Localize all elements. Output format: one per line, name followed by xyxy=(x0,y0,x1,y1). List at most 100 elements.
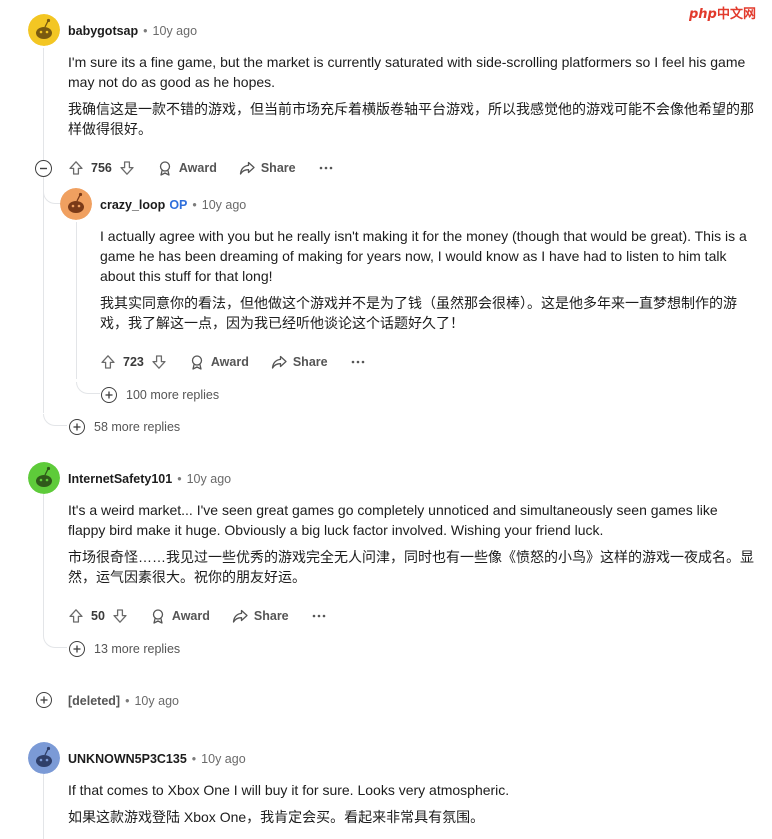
comment-actions: 723 Award Share xyxy=(100,351,366,373)
comment-meta: babygotsap • 10y ago xyxy=(68,20,197,42)
avatar-internetsafety101[interactable] xyxy=(28,462,60,494)
comment-text-zh: 市场很奇怪……我见过一些优秀的游戏完全无人问津，同时也有一些像《愤怒的小鸟》这样… xyxy=(68,549,754,585)
vote-count: 756 xyxy=(91,161,112,175)
upvote-arrow-icon xyxy=(69,161,83,175)
overflow-menu-button[interactable] xyxy=(318,160,334,176)
svg-text:php: php xyxy=(689,7,717,22)
thread-curve-more-100 xyxy=(76,382,100,394)
collapse-minus-icon xyxy=(40,167,47,170)
comment-text-zh: 我确信这是一款不错的游戏，但当前市场充斥着横版卷轴平台游戏，所以我感觉他的游戏可… xyxy=(68,101,754,137)
downvote-arrow-icon xyxy=(152,355,166,369)
comment-body: If that comes to Xbox One I will buy it … xyxy=(68,780,758,827)
award-button[interactable]: Award xyxy=(157,160,217,176)
timestamp: 10y ago xyxy=(134,694,179,708)
award-label: Award xyxy=(171,609,210,623)
award-button[interactable]: Award xyxy=(189,354,249,370)
share-label: Share xyxy=(292,355,328,369)
avatar-crazy-loop[interactable] xyxy=(60,188,92,220)
downvote-button[interactable] xyxy=(112,608,128,624)
comment-actions: 756 Award Share xyxy=(68,157,334,179)
timestamp: 10y ago xyxy=(186,472,232,486)
avatar-babygotsap[interactable] xyxy=(28,14,60,46)
watermark-logo: php 中文网 xyxy=(688,3,763,23)
downvote-arrow-icon xyxy=(120,161,134,175)
share-label: Share xyxy=(260,161,296,175)
comment-body: I actually agree with you but he really … xyxy=(100,226,760,333)
upvote-arrow-icon xyxy=(69,609,83,623)
more-replies-label: 100 more replies xyxy=(126,388,220,402)
expand-plus-icon xyxy=(69,641,85,657)
upvote-button[interactable] xyxy=(68,608,84,624)
overflow-menu-button[interactable] xyxy=(350,354,366,370)
thread-curve-more-58 xyxy=(43,414,67,426)
separator-dot: • xyxy=(191,752,197,766)
thread-line-5 xyxy=(43,774,44,839)
separator-dot: • xyxy=(143,24,148,38)
avatar-unknown5p3c135[interactable] xyxy=(28,742,60,774)
username[interactable]: UNKNOWN5P3C135 xyxy=(68,752,187,766)
overflow-menu-button[interactable] xyxy=(311,608,327,624)
comment-body: I'm sure its a fine game, but the market… xyxy=(68,52,758,139)
comment-text-zh: 如果这款游戏登陆 Xbox One，我肯定会买。看起来非常具有氛围。 xyxy=(68,809,485,825)
timestamp: 10y ago xyxy=(152,24,198,38)
separator-dot: • xyxy=(192,198,197,212)
timestamp: 10y ago xyxy=(201,198,247,212)
award-icon xyxy=(191,355,203,370)
thread-line-1 xyxy=(43,48,44,160)
more-dots-icon xyxy=(319,166,332,170)
share-button[interactable]: Share xyxy=(271,354,328,370)
downvote-button[interactable] xyxy=(119,160,135,176)
downvote-arrow-icon xyxy=(113,609,127,623)
expand-deleted-comment[interactable] xyxy=(36,690,61,710)
op-badge: OP xyxy=(169,198,188,212)
downvote-button[interactable] xyxy=(151,354,167,370)
thread-curve-reply xyxy=(43,192,61,204)
more-replies-label: 58 more replies xyxy=(94,420,181,434)
upvote-arrow-icon xyxy=(101,355,115,369)
comment-meta: crazy_loop OP • 10y ago xyxy=(100,194,246,216)
more-replies-label: 13 more replies xyxy=(94,642,181,656)
comment-text-en: I actually agree with you but he really … xyxy=(100,228,747,284)
separator-dot: • xyxy=(125,694,130,708)
more-replies-link[interactable]: 100 more replies xyxy=(101,385,219,405)
thread-line-3 xyxy=(43,494,44,636)
share-arrow-icon xyxy=(239,161,255,175)
comment-meta: [deleted] • 10y ago xyxy=(68,690,179,712)
username[interactable]: InternetSafety101 xyxy=(68,472,172,486)
comment-meta: InternetSafety101 • 10y ago xyxy=(68,468,231,490)
collapse-thread-button[interactable] xyxy=(35,160,52,177)
comment-text-en: I'm sure its a fine game, but the market… xyxy=(68,54,746,90)
comment-meta: UNKNOWN5P3C135 • 10y ago xyxy=(68,748,246,770)
thread-curve-more-13 xyxy=(43,636,67,648)
svg-text:中文网: 中文网 xyxy=(717,6,756,22)
timestamp: 10y ago xyxy=(201,752,246,766)
award-icon xyxy=(152,609,164,624)
more-replies-link[interactable]: 13 more replies xyxy=(69,639,180,659)
separator-dot: • xyxy=(177,472,182,486)
share-arrow-icon xyxy=(232,609,248,623)
vote-count: 50 xyxy=(91,609,105,623)
comment-text-en: It's a weird market... I've seen great g… xyxy=(68,502,718,538)
username[interactable]: crazy_loop xyxy=(100,198,165,212)
expand-plus-icon xyxy=(69,419,85,435)
vote-count: 723 xyxy=(123,355,144,369)
award-icon xyxy=(159,161,171,176)
share-button[interactable]: Share xyxy=(232,608,289,624)
award-label: Award xyxy=(178,161,217,175)
thread-line-1b xyxy=(43,177,44,413)
more-replies-link[interactable]: 58 more replies xyxy=(69,417,180,437)
comment-text-en: If that comes to Xbox One I will buy it … xyxy=(68,782,510,798)
award-button[interactable]: Award xyxy=(150,608,210,624)
more-dots-icon xyxy=(312,614,325,618)
share-button[interactable]: Share xyxy=(239,160,296,176)
upvote-button[interactable] xyxy=(68,160,84,176)
comment-text-zh: 我其实同意你的看法，但他做这个游戏并不是为了钱（虽然那会很棒）。这是他多年来一直… xyxy=(100,295,737,331)
username[interactable]: babygotsap xyxy=(68,24,138,38)
expand-plus-icon xyxy=(101,387,117,403)
share-label: Share xyxy=(253,609,289,623)
upvote-button[interactable] xyxy=(100,354,116,370)
award-label: Award xyxy=(210,355,249,369)
comment-actions: 50 Award Share xyxy=(68,605,327,627)
more-dots-icon xyxy=(351,360,364,364)
thread-line-2 xyxy=(76,222,77,379)
